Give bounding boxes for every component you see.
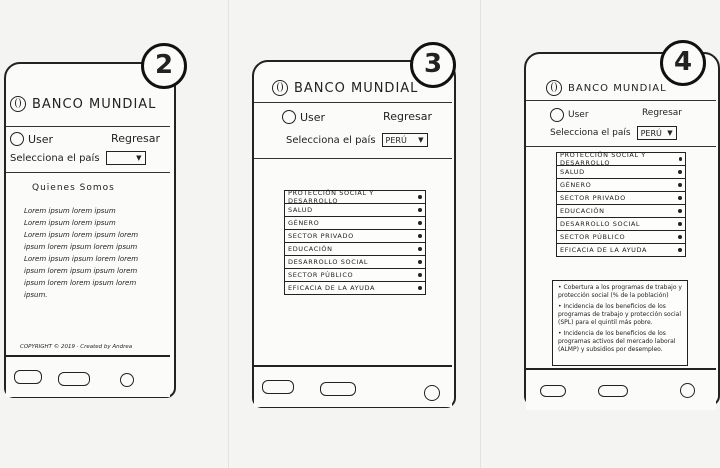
indicator-item[interactable]: • Incidencia de los beneficios de los pr… [558,303,682,327]
sector-menu-4: Protección social y desarrollo Salud Gén… [556,151,686,257]
home-hw-button[interactable] [320,382,356,396]
recent-hw-button[interactable] [424,385,440,401]
menu-item[interactable]: Desarrollo social [285,256,425,269]
brand-title: BANCO MUNDIAL [568,82,667,94]
back-link[interactable]: Regresar [642,108,682,122]
user-row-4: User Regresar [550,108,682,122]
menu-item[interactable]: Sector privado [557,192,685,205]
recent-hw-button[interactable] [680,383,695,398]
menu-item[interactable]: Educación [285,243,425,256]
user-icon [10,132,24,146]
indicator-item[interactable]: • Incidencia de los beneficios de los pr… [558,330,682,354]
user-link[interactable]: User [568,110,589,120]
menu-item[interactable]: Salud [557,166,685,179]
back-link[interactable]: Regresar [111,132,160,146]
home-hw-button[interactable] [58,372,90,386]
back-hw-button[interactable] [14,370,42,384]
user-row-3: User Regresar [282,110,432,124]
globe-icon [546,80,562,96]
select-label: Selecciona el país [10,152,100,164]
header-2: BANCO MUNDIAL [10,96,170,112]
sector-menu-3: Protección social y desarrollo Salud Gén… [284,189,426,295]
indicator-item[interactable]: • Cobertura a los programas de trabajo y… [558,284,682,300]
caret-down-icon: ▼ [418,136,424,144]
screen-number-2: 2 [141,43,187,89]
menu-item[interactable]: Protección social y desarrollo [557,151,685,167]
select-label: Selecciona el país [550,128,631,138]
menu-item[interactable]: Salud [285,204,425,217]
user-icon [550,108,564,122]
menu-item[interactable]: Sector privado [285,230,425,243]
country-select[interactable]: PERÚ ▼ [381,133,428,147]
globe-icon [272,80,288,96]
recent-hw-button[interactable] [120,373,134,387]
menu-item[interactable]: Género [557,179,685,192]
menu-item[interactable]: Educación [557,205,685,218]
brand-title: BANCO MUNDIAL [294,80,419,96]
country-select-row-2: Selecciona el país ▼ [10,151,146,165]
user-icon [282,110,296,124]
section-title: Quienes Somos [32,183,115,193]
brand-title: BANCO MUNDIAL [32,96,157,112]
caret-down-icon: ▼ [667,129,673,137]
select-label: Selecciona el país [286,134,376,146]
user-link[interactable]: User [300,111,325,124]
menu-item[interactable]: Sector público [557,231,685,244]
back-hw-button[interactable] [262,380,294,394]
caret-down-icon: ▼ [136,154,142,162]
header-4: BANCO MUNDIAL [546,80,720,96]
user-row-2: User Regresar [10,132,160,146]
country-select[interactable]: PERÚ ▼ [636,126,677,140]
country-select-row-3: Selecciona el país PERÚ ▼ [286,133,428,147]
user-link[interactable]: User [28,133,53,146]
back-link[interactable]: Regresar [383,110,432,124]
indicator-list: • Cobertura a los programas de trabajo y… [552,280,688,366]
home-hw-button[interactable] [598,385,628,397]
footer-copyright: COPYRIGHT © 2019 · Created by Andrea [20,344,133,350]
lorem-text: Lorem ipsum lorem ipsum Lorem ipsum lore… [24,207,139,299]
menu-item[interactable]: Eficacia de la ayuda [285,282,425,294]
menu-item[interactable]: Protección social y desarrollo [285,189,425,205]
country-select-row-4: Selecciona el país PERÚ ▼ [550,126,677,140]
menu-item[interactable]: Género [285,217,425,230]
globe-icon [10,96,26,112]
menu-item[interactable]: Desarrollo social [557,218,685,231]
back-hw-button[interactable] [540,385,566,397]
menu-item[interactable]: Eficacia de la ayuda [557,244,685,256]
menu-item[interactable]: Sector público [285,269,425,282]
country-select[interactable]: ▼ [105,151,146,165]
